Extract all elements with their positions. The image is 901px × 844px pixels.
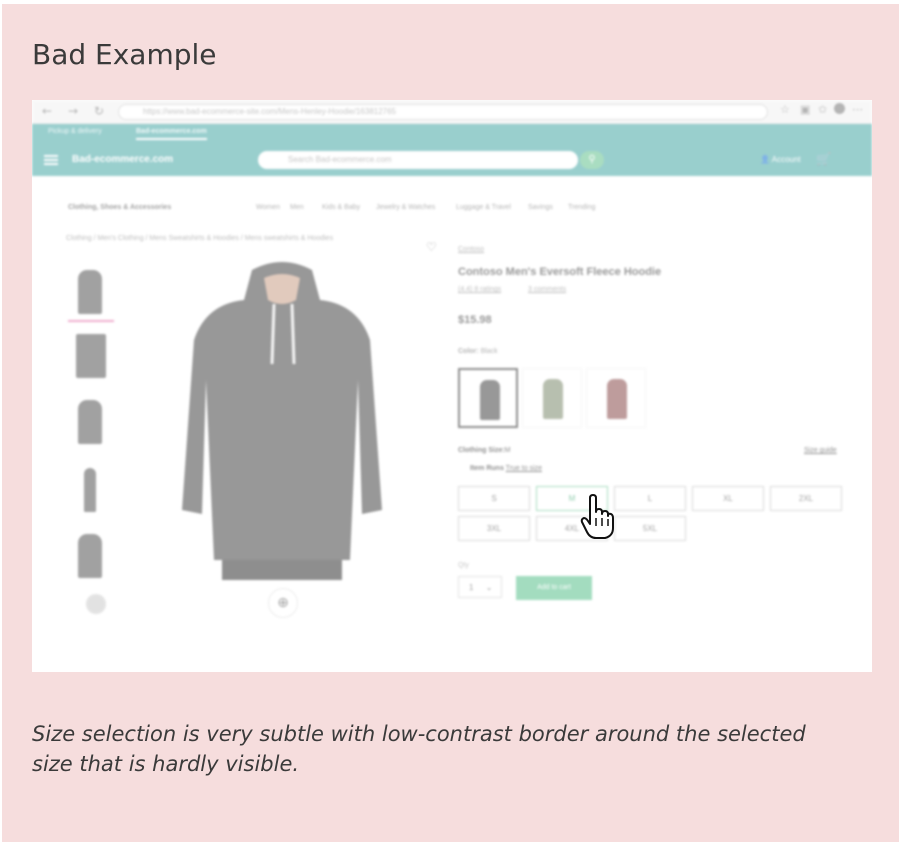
- size-option-5xl[interactable]: 5XL: [614, 516, 686, 541]
- size-option-xl[interactable]: XL: [692, 486, 764, 511]
- screenshot-frame: ← → ↻ https://www.bad-ecommerce-site.com…: [32, 100, 872, 672]
- tab-pickup-delivery[interactable]: Pickup & delivery: [48, 128, 102, 135]
- breadcrumb[interactable]: Clothing / Men's Clothing / Mens Sweatsh…: [66, 235, 333, 242]
- heart-icon[interactable]: ♡: [426, 240, 437, 254]
- thumbnail-3[interactable]: [72, 396, 108, 446]
- category-jewelry[interactable]: Jewelry & Watches: [376, 204, 435, 211]
- color-label-row: Color: Black: [458, 348, 498, 355]
- search-icon[interactable]: ⚲: [580, 151, 604, 169]
- example-card: Bad Example ← → ↻ https://www.bad-ecomme…: [2, 4, 899, 842]
- category-women[interactable]: Women: [256, 204, 280, 211]
- product-rating[interactable]: (4.4) 8 ratings: [458, 286, 501, 293]
- size-option-l[interactable]: L: [614, 486, 686, 511]
- heading: Bad Example: [32, 38, 217, 71]
- size-option-2xl[interactable]: 2XL: [770, 486, 842, 511]
- category-men[interactable]: Men: [290, 204, 304, 211]
- category-savings[interactable]: Savings: [528, 204, 553, 211]
- zoom-icon[interactable]: ⊕: [268, 588, 298, 618]
- category-title[interactable]: Clothing, Shoes & Accessories: [68, 204, 171, 211]
- color-swatch-black[interactable]: [458, 368, 518, 428]
- size-label-row: Clothing Size:M: [458, 447, 511, 454]
- arrow-right-icon[interactable]: →: [68, 104, 78, 118]
- category-kids-baby[interactable]: Kids & Baby: [322, 204, 360, 211]
- thumbnail-5[interactable]: [72, 530, 108, 580]
- profile-avatar[interactable]: [834, 103, 845, 114]
- browser-chrome: ← → ↻ https://www.bad-ecommerce-site.com…: [32, 100, 872, 124]
- search-input[interactable]: Search Bad-ecommerce.com: [258, 151, 578, 169]
- size-option-s[interactable]: S: [458, 486, 530, 511]
- item-runs-row: Item Runs True to size: [470, 465, 542, 472]
- account-label: Account: [771, 155, 801, 164]
- item-runs-label: Item Runs: [470, 465, 504, 472]
- site-header: Pickup & delivery Bad-ecommerce.com Bad-…: [32, 124, 872, 176]
- quantity-select[interactable]: 1 ⌄: [458, 576, 502, 598]
- tab-bad-ecommerce[interactable]: Bad-ecommerce.com: [136, 128, 207, 140]
- color-label: Color:: [458, 348, 479, 355]
- thumbnail-2[interactable]: [72, 330, 108, 380]
- qty-label: Qty: [458, 562, 469, 569]
- add-to-cart-button[interactable]: Add to cart: [516, 576, 592, 600]
- category-trending[interactable]: Trending: [568, 204, 595, 211]
- thumbnail-4[interactable]: [72, 464, 108, 514]
- arrow-left-icon[interactable]: ←: [42, 104, 52, 118]
- site-brand[interactable]: Bad-ecommerce.com: [72, 154, 173, 165]
- product-price: $15.98: [458, 314, 492, 326]
- size-value: M: [504, 447, 511, 454]
- url-bar[interactable]: https://www.bad-ecommerce-site.com/Mens-…: [118, 104, 768, 120]
- account-link[interactable]: 👤 Account: [760, 155, 801, 164]
- size-option-3xl[interactable]: 3XL: [458, 516, 530, 541]
- cart-icon[interactable]: 🛒: [816, 152, 831, 166]
- size-guide-link[interactable]: Size guide: [804, 447, 837, 454]
- product-comments[interactable]: 3 comments: [528, 286, 566, 293]
- blurred-screenshot: ← → ↻ https://www.bad-ecommerce-site.com…: [32, 100, 872, 672]
- product-title: Contoso Men's Eversoft Fleece Hoodie: [458, 266, 662, 278]
- product-brand[interactable]: Contoso: [458, 246, 484, 253]
- item-runs-value[interactable]: True to size: [506, 465, 542, 472]
- size-label: Clothing Size:: [458, 447, 505, 454]
- color-swatch-red[interactable]: [586, 368, 646, 428]
- collections-icon[interactable]: ▣: [800, 103, 810, 116]
- chevron-down-icon: ⌄: [485, 583, 493, 592]
- thumbnail-1[interactable]: [68, 266, 114, 322]
- color-swatch-green[interactable]: [522, 368, 582, 428]
- product-image: [182, 262, 382, 580]
- color-value: Black: [480, 348, 498, 355]
- favorites-icon[interactable]: ✩: [818, 103, 827, 116]
- category-luggage[interactable]: Luggage & Travel: [456, 204, 511, 211]
- quantity-value: 1: [469, 583, 474, 592]
- more-icon[interactable]: ⋯: [852, 103, 863, 116]
- thumbnail-more-button[interactable]: [86, 594, 106, 614]
- star-icon[interactable]: ☆: [780, 103, 790, 116]
- hamburger-menu-icon[interactable]: [44, 155, 58, 165]
- hand-pointer-cursor-icon: [580, 494, 614, 539]
- caption: Size selection is very subtle with low-c…: [32, 722, 806, 776]
- reload-icon[interactable]: ↻: [94, 104, 104, 118]
